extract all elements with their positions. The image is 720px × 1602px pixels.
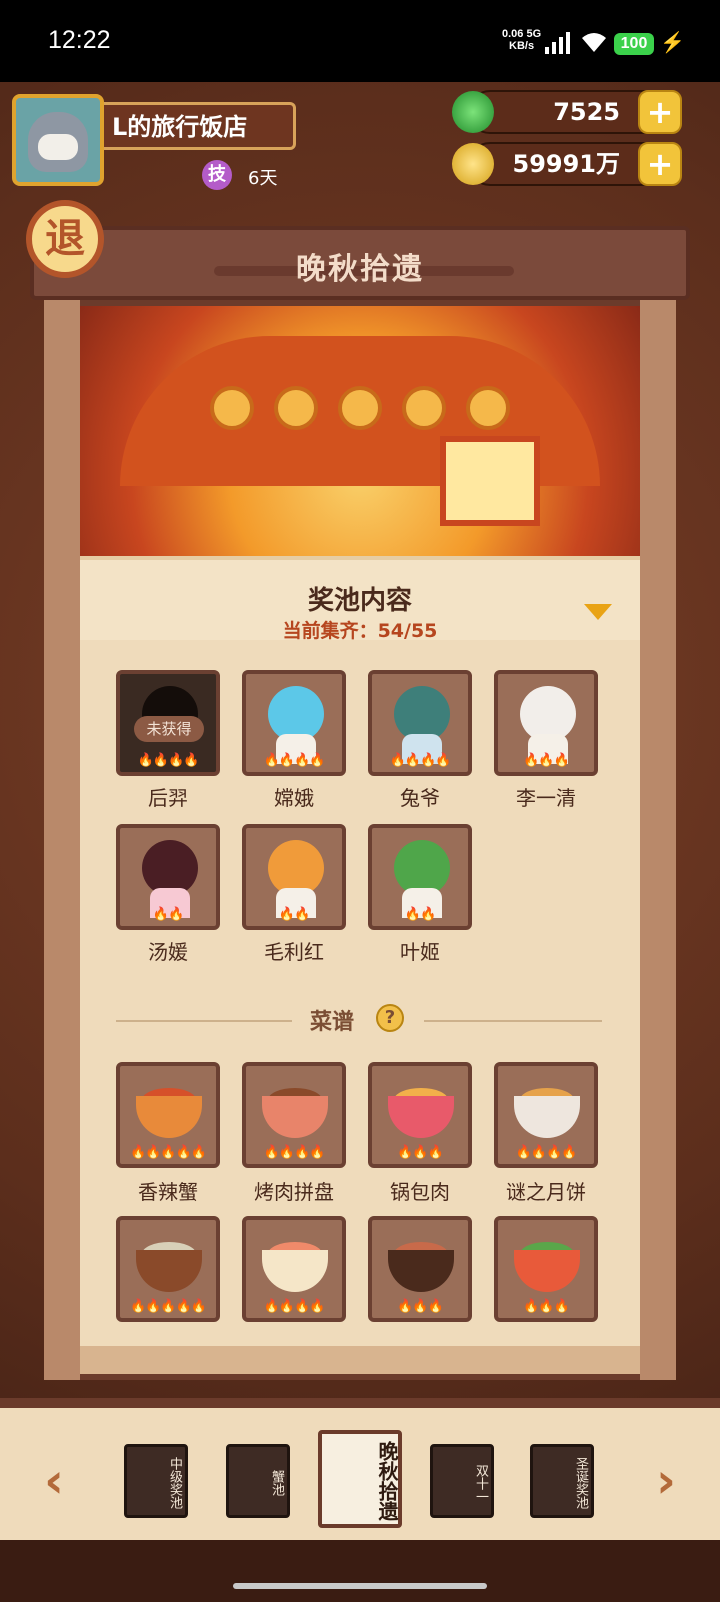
character-name: 后羿 [148,786,188,810]
rarity-flames: 🔥🔥 [278,907,310,922]
skill-icon[interactable]: 技 [202,160,232,190]
player-avatar[interactable] [12,94,104,186]
recipe-card[interactable]: 🔥🔥🔥 [494,1216,598,1322]
status-time: 12:22 [48,26,111,54]
rarity-flames: 🔥🔥 [152,907,184,922]
recipe-card[interactable]: 🔥🔥🔥🔥 [242,1216,346,1322]
recipe-name: 烤肉拼盘 [254,1180,334,1204]
event-banner [80,306,640,566]
pool-title: 奖池内容 [307,586,412,616]
rarity-flames: 🔥🔥 [404,907,436,922]
add-jade-button[interactable]: + [638,90,682,134]
pool-tab-late-autumn[interactable]: 晚秋拾遗 [318,1430,402,1528]
section-divider [424,1020,602,1022]
character-card-tangyuan[interactable]: 🔥🔥 [116,824,220,930]
battery-icon: 100 [614,33,654,55]
character-name: 嫦娥 [274,786,314,810]
status-bar: 12:22 0.06 5G KB/s 100 ⚡ [0,0,720,82]
rarity-flames: 🔥🔥🔥🔥 [263,1299,326,1314]
rarity-flames: 🔥🔥🔥 [523,753,570,768]
not-obtained-badge: 未获得 [134,716,204,742]
wifi-icon [582,33,606,52]
rarity-flames: 🔥🔥🔥🔥 [389,753,452,768]
charging-icon: ⚡ [660,32,685,54]
restaurant-name: L的旅行饭店 [104,102,296,150]
rarity-flames: 🔥🔥🔥 [397,1145,444,1160]
cellular-signal-icon [545,32,570,54]
network-speed-unit: KB/s [509,40,535,52]
character-card-houyi[interactable]: 未获得 🔥🔥🔥🔥 [116,670,220,776]
network-speed-value: 0.06 5G [502,28,542,40]
title-bar: 晚秋拾遗 [30,226,690,300]
character-card-maolihong[interactable]: 🔥🔥 [242,824,346,930]
exit-button[interactable]: 退 [26,200,104,278]
pool-tab-intermediate[interactable]: 中级奖池 [124,1444,188,1518]
pool-tab-christmas[interactable]: 圣诞奖池 [530,1444,594,1518]
character-name: 毛利红 [264,940,324,964]
character-card-change[interactable]: 🔥🔥🔥🔥 [242,670,346,776]
character-name: 汤媛 [148,940,188,964]
network-speed: 0.06 5G KB/s [502,28,541,52]
character-card-liyiqing[interactable]: 🔥🔥🔥 [494,670,598,776]
character-name: 兔爷 [400,786,440,810]
character-card-yeji[interactable]: 🔥🔥 [368,824,472,930]
bottom-base [0,1540,720,1602]
rarity-flames: 🔥🔥🔥 [397,1299,444,1314]
recipe-card[interactable]: 🔥🔥🔥🔥🔥 [116,1062,220,1168]
rarity-flames: 🔥🔥🔥🔥 [515,1145,578,1160]
coin-icon [452,143,494,185]
add-coin-button[interactable]: + [638,142,682,186]
recipe-name: 锅包肉 [390,1180,450,1204]
collapse-arrow-icon[interactable] [584,604,612,620]
wolf-avatar-icon [28,112,88,172]
recipe-name: 香辣蟹 [138,1180,198,1204]
scroll-rod-right [640,300,676,1380]
rarity-flames: 🔥🔥🔥🔥 [263,753,326,768]
pool-progress: 当前集齐：54/55 [282,620,438,642]
pool-tab-double-eleven[interactable]: 双十一 [430,1444,494,1518]
page-title: 晚秋拾遗 [296,252,424,287]
rarity-flames: 🔥🔥🔥🔥 [263,1145,326,1160]
recipe-card[interactable]: 🔥🔥🔥🔥 [242,1062,346,1168]
jade-icon [452,91,494,133]
section-divider [116,1020,292,1022]
scroll-rod-left [44,300,80,1380]
days-counter: 6天 [248,168,278,189]
rarity-flames: 🔥🔥🔥 [523,1299,570,1314]
next-pool-arrow-icon[interactable]: › [646,1456,686,1506]
character-card-tuye[interactable]: 🔥🔥🔥🔥 [368,670,472,776]
recipe-card[interactable]: 🔥🔥🔥🔥 [494,1062,598,1168]
recipe-card[interactable]: 🔥🔥🔥 [368,1216,472,1322]
lantern-icon [440,436,540,526]
character-name: 叶姬 [400,940,440,964]
rarity-flames: 🔥🔥🔥🔥 [137,753,200,768]
character-name: 李一清 [516,786,576,810]
pool-tab-crab[interactable]: 蟹池 [226,1444,290,1518]
prev-pool-arrow-icon[interactable]: ‹ [34,1456,74,1506]
rarity-flames: 🔥🔥🔥🔥🔥 [130,1145,207,1160]
home-indicator[interactable] [233,1583,487,1589]
recipes-section-title: 菜谱 [310,1010,355,1035]
recipe-card[interactable]: 🔥🔥🔥🔥🔥 [116,1216,220,1322]
rarity-flames: 🔥🔥🔥🔥🔥 [130,1299,207,1314]
recipe-name: 谜之月饼 [506,1180,586,1204]
recipe-card[interactable]: 🔥🔥🔥 [368,1062,472,1168]
help-icon[interactable]: ? [376,1004,404,1032]
